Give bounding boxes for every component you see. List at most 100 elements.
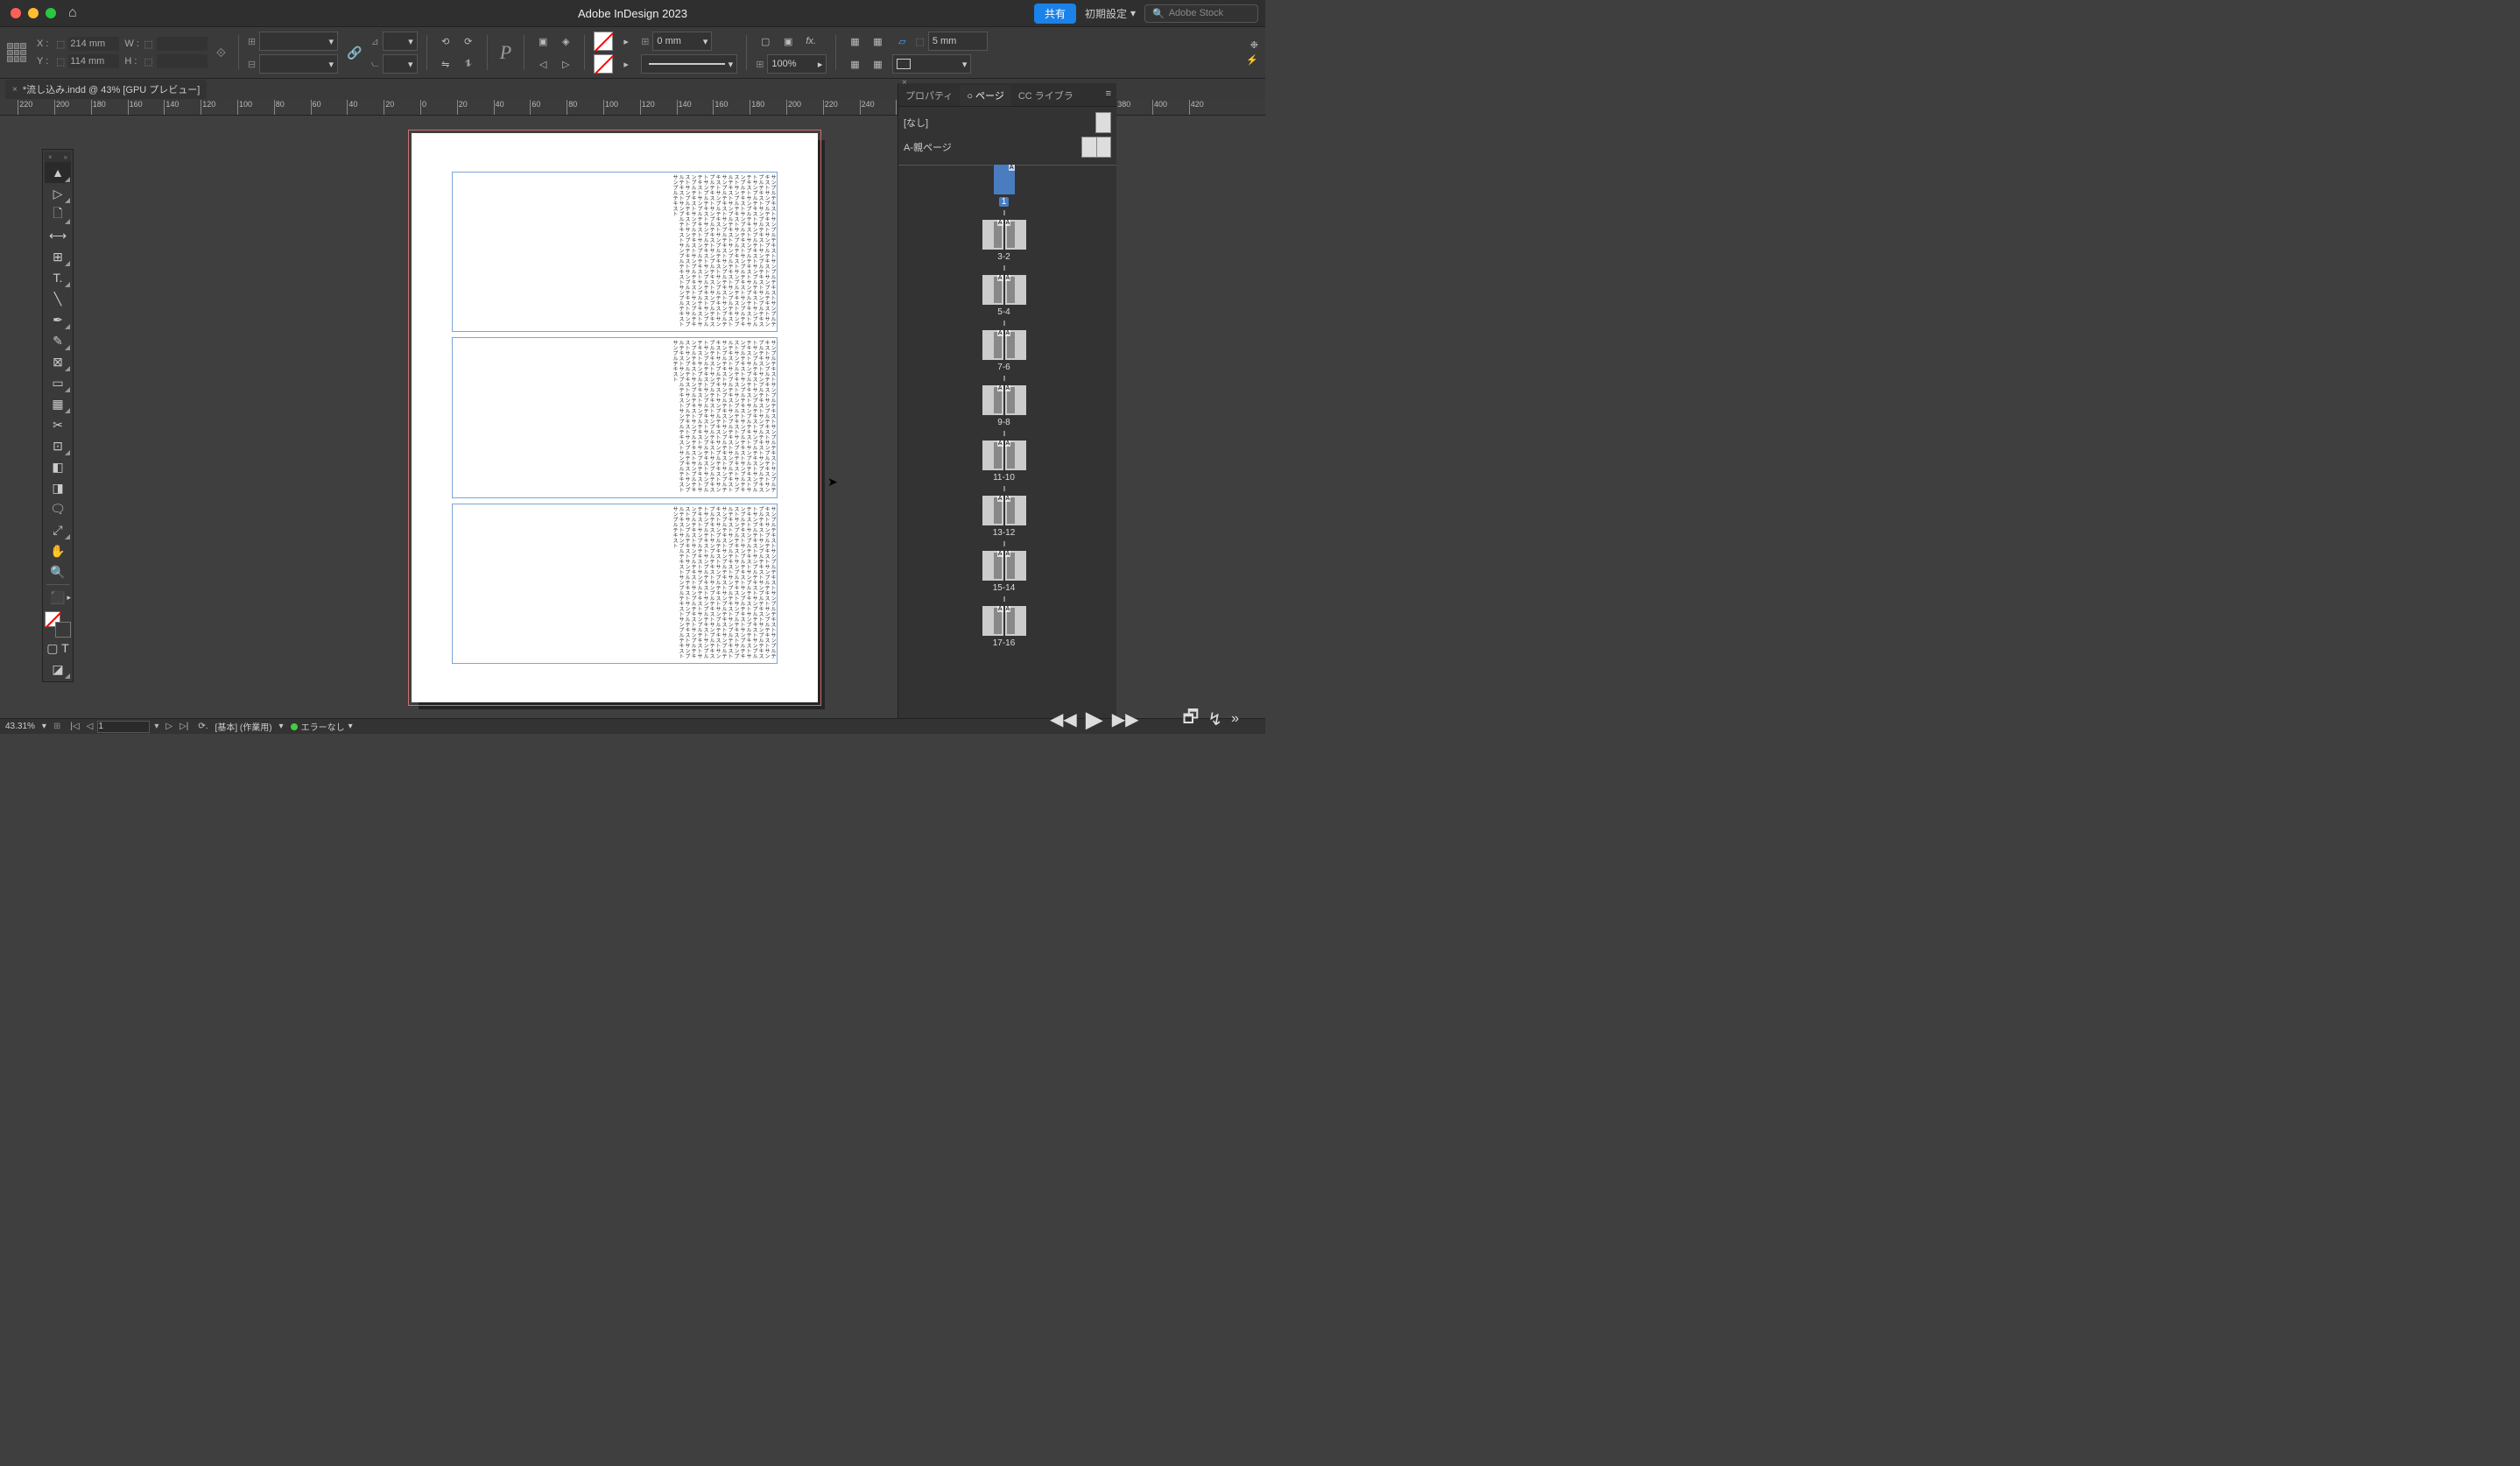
pencil-tool[interactable]: ✎ <box>45 330 71 351</box>
wrap-shape-icon[interactable]: ▦ <box>845 54 864 74</box>
stroke-style[interactable]: ▾ <box>641 54 737 74</box>
page-thumb[interactable]: A1 <box>993 164 1016 207</box>
scissors-tool[interactable]: ✂ <box>45 414 71 435</box>
close-panel-icon[interactable]: × <box>902 78 907 88</box>
wrap-none-icon[interactable]: ▦ <box>845 32 864 51</box>
free-transform-tool[interactable]: ⊡ <box>45 435 71 456</box>
panel-tab-properties[interactable]: プロパティ <box>898 85 960 106</box>
scale-x[interactable]: ▾ <box>259 32 338 51</box>
select-next-icon[interactable]: ▷ <box>556 54 575 74</box>
panel-tab-cc[interactable]: CC ライブラ <box>1011 85 1081 106</box>
play-button[interactable]: ▶ <box>1086 706 1103 733</box>
preflight-status[interactable]: エラーなし▾ <box>291 720 353 733</box>
page-tool[interactable]: 🗋 <box>45 204 71 225</box>
fx-icon[interactable]: fx. <box>801 32 820 51</box>
master-none[interactable]: [なし] <box>904 110 1111 135</box>
wrap-jump-icon[interactable]: ▦ <box>868 54 887 74</box>
rewind-button[interactable]: ◀◀ <box>1050 708 1077 730</box>
text-frame[interactable]: サンプルテキストサンプルテキストサンプルテキストサンプルテキストサンプルテキスト… <box>452 504 778 664</box>
rotation[interactable]: ▾ <box>383 32 418 51</box>
fill-swatch[interactable] <box>594 32 613 51</box>
page-number-input[interactable] <box>97 721 150 733</box>
page-thumb[interactable]: AA15-14 <box>982 550 1027 593</box>
wrap-bbox-icon[interactable]: ▦ <box>868 32 887 51</box>
stock-search[interactable]: 🔍Adobe Stock <box>1144 4 1258 23</box>
corner-icon[interactable]: ▱ <box>892 32 912 51</box>
rotate-cw-icon[interactable]: ⟳ <box>459 32 478 51</box>
flip-v-icon[interactable]: ⥮ <box>459 54 478 74</box>
view-mode-tool[interactable]: ◪ <box>45 659 71 680</box>
page-thumb[interactable]: AA9-8 <box>982 384 1027 427</box>
page-thumb[interactable]: AA3-2 <box>982 219 1027 262</box>
zoom-dropdown-icon[interactable]: ▾ <box>42 722 46 731</box>
reference-point[interactable] <box>7 43 26 62</box>
grid-tool[interactable]: ▦ <box>45 393 71 414</box>
page-thumb[interactable]: AA7-6 <box>982 329 1027 372</box>
flip-h-icon[interactable]: ⇋ <box>436 54 455 74</box>
minimize-window[interactable] <box>28 8 39 18</box>
close-window[interactable] <box>11 8 21 18</box>
constrain-link-icon[interactable]: ⟐ <box>213 46 229 60</box>
first-page-button[interactable]: |◁ <box>67 722 81 731</box>
page-thumb[interactable]: AA17-16 <box>982 605 1027 648</box>
direct-selection-tool[interactable]: ▷ <box>45 183 71 204</box>
y-input[interactable] <box>68 54 119 68</box>
gap-tool[interactable]: ⟷ <box>45 225 71 246</box>
pen-tool[interactable]: ✒ <box>45 309 71 330</box>
hand-tool[interactable]: ✋ <box>45 540 71 561</box>
document-tab[interactable]: × *流し込み.indd @ 43% [GPU プレビュー] <box>5 80 207 99</box>
home-icon[interactable]: ⌂ <box>68 5 77 21</box>
text-frame[interactable]: サンプルテキストサンプルテキストサンプルテキストサンプルテキストサンプルテキスト… <box>452 337 778 497</box>
zoom-level[interactable]: 43.31% <box>5 722 35 731</box>
rectangle-tool[interactable]: ▭ <box>45 372 71 393</box>
rectangle-frame-tool[interactable]: ⊠ <box>45 351 71 372</box>
rotate-ccw-icon[interactable]: ⟲ <box>436 32 455 51</box>
select-prev-icon[interactable]: ◁ <box>533 54 553 74</box>
zoom-window[interactable] <box>46 8 56 18</box>
panel-menu-icon[interactable]: ≡ <box>1106 88 1111 99</box>
line-tool[interactable]: ╲ <box>45 288 71 309</box>
open-icon[interactable]: ⟳. <box>198 722 208 731</box>
prev-page-button[interactable]: ◁ <box>84 722 96 731</box>
select-content-icon[interactable]: ◈ <box>556 32 575 51</box>
select-container-icon[interactable]: ▣ <box>533 32 553 51</box>
page-thumb[interactable]: AA5-4 <box>982 274 1027 317</box>
pages-list[interactable]: A1 AA3-2 AA5-4 AA7-6 AA9-8 AA11-10 AA13-12 AA15… <box>898 159 1109 718</box>
type-p-icon[interactable]: P <box>496 41 515 64</box>
preflight-preset[interactable]: [基本] (作業用) <box>215 720 272 733</box>
eyedropper-tool[interactable]: ⤢ <box>45 519 71 540</box>
fill-arrow[interactable]: ▸ <box>616 32 636 51</box>
text-frame[interactable]: サンプルテキストサンプルテキストサンプルテキストサンプルテキストサンプルテキスト… <box>452 172 778 332</box>
selection-tool[interactable]: ▲ <box>45 162 71 183</box>
note-tool[interactable]: 🗨 <box>45 498 71 519</box>
frame-fit-icon[interactable]: ▣ <box>778 32 798 51</box>
shear[interactable]: ▾ <box>383 54 418 74</box>
scale-y[interactable]: ▾ <box>259 54 338 74</box>
fill-toggle-icon[interactable]: ⬛▸ <box>45 587 71 608</box>
loop-button[interactable]: 🗗 <box>1183 704 1200 734</box>
corner-radius[interactable]: 5 mm <box>928 32 988 51</box>
fill-stroke-control[interactable] <box>45 611 71 638</box>
workspace-switcher[interactable]: 初期設定▾ <box>1085 6 1136 21</box>
auto-fit-icon[interactable]: ▢ <box>756 32 775 51</box>
zoom-tool[interactable]: 🔍 <box>45 561 71 582</box>
control-gear-icon[interactable]: ❉ <box>1250 39 1258 51</box>
page-thumb[interactable]: AA13-12 <box>982 495 1027 538</box>
expand-button[interactable]: » <box>1231 711 1239 727</box>
type-tool[interactable]: T. <box>45 267 71 288</box>
stroke-arrow[interactable]: ▸ <box>616 54 636 74</box>
share-button[interactable]: 共有 <box>1034 4 1076 24</box>
forward-button[interactable]: ▶▶ <box>1112 708 1139 730</box>
stroke-weight[interactable]: 0 mm▾ <box>652 32 712 51</box>
h-input[interactable] <box>157 54 208 68</box>
page-thumb[interactable]: AA11-10 <box>982 440 1027 483</box>
gpu-icon[interactable]: ⚡ <box>1246 54 1258 66</box>
gradient-feather-tool[interactable]: ◨ <box>45 477 71 498</box>
opacity[interactable]: 100%▸ <box>767 54 827 74</box>
w-input[interactable] <box>157 37 208 51</box>
constrain-scale-icon[interactable]: 🔗 <box>343 46 365 60</box>
corner-style[interactable]: ▾ <box>892 54 971 74</box>
panel-tab-pages[interactable]: ○ ページ <box>960 85 1010 106</box>
last-page-button[interactable]: ▷| <box>177 722 191 731</box>
settings-button[interactable]: ↯ <box>1207 708 1222 730</box>
